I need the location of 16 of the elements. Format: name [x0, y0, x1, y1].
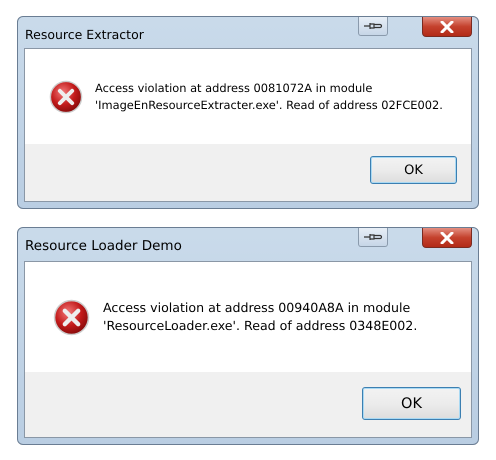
- close-button[interactable]: [422, 228, 472, 248]
- window-title: Resource Extractor: [24, 27, 144, 42]
- ok-button[interactable]: OK: [370, 156, 457, 184]
- error-message: Access violation at address 0081072A in module 'ImageEnResourceExtracter.exe'. Read of address 02FCE002.: [95, 80, 443, 114]
- pin-icon: [363, 232, 383, 242]
- close-icon: [440, 20, 454, 32]
- pin-button[interactable]: [358, 17, 388, 36]
- error-message: Access violation at address 00940A8A in module 'ResourceLoader.exe'. Read of address 0348E002.: [103, 298, 418, 335]
- close-button[interactable]: [422, 17, 472, 37]
- window-title: Resource Loader Demo: [24, 238, 182, 254]
- pin-button[interactable]: [358, 228, 388, 247]
- error-icon: [49, 80, 83, 114]
- ok-button[interactable]: OK: [362, 387, 461, 420]
- error-icon: [53, 298, 90, 336]
- pin-icon: [363, 21, 383, 31]
- close-icon: [440, 232, 454, 244]
